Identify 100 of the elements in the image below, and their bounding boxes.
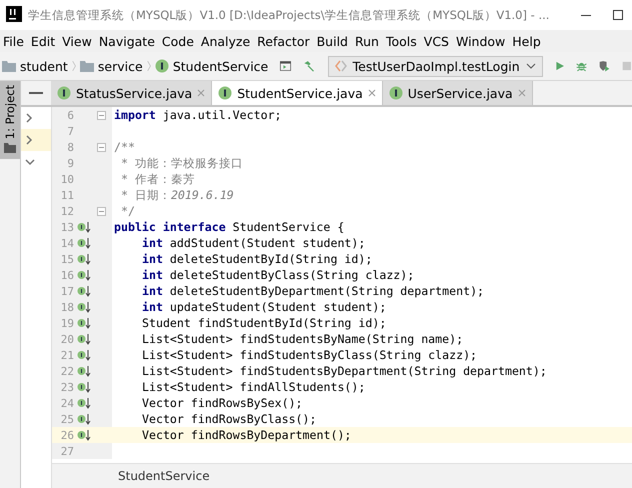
interface-icon [388, 86, 403, 100]
folder-icon [80, 60, 94, 72]
folder-icon [4, 143, 16, 154]
breadcrumb-item[interactable]: StudentService [172, 58, 268, 74]
implemented-icon[interactable] [77, 221, 91, 233]
folder-icon [2, 60, 16, 72]
code-line: * 日期：2019.6.19 [120, 187, 234, 203]
project-tool-window-button[interactable]: 1: Project [0, 81, 20, 160]
code-line: List<Student> findStudentsByDepartment(String department); [141, 363, 547, 379]
line-number: 6 [66, 108, 74, 122]
menu-item[interactable]: Help [512, 34, 541, 48]
menu-item[interactable]: Refactor [257, 34, 310, 48]
implemented-icon[interactable] [77, 237, 91, 249]
run-config-icon [334, 60, 347, 72]
code-line: */ [120, 203, 135, 219]
menu-item[interactable]: VCS [424, 34, 449, 48]
code-line: List<Student> findAllStudents(); [141, 379, 366, 395]
implemented-icon[interactable] [77, 317, 91, 329]
implemented-icon[interactable] [77, 413, 91, 425]
line-number: 23 [60, 380, 74, 394]
interface-icon [57, 86, 71, 100]
implemented-icon[interactable] [77, 349, 91, 361]
chevron-icon [146, 58, 151, 74]
terminal-icon[interactable] [280, 59, 292, 73]
line-number: 19 [60, 316, 74, 330]
implemented-icon[interactable] [77, 301, 91, 313]
line-number: 10 [60, 172, 74, 186]
maximize-icon[interactable] [612, 9, 624, 21]
app-logo-icon [6, 6, 22, 24]
line-number: 9 [66, 156, 74, 170]
implemented-icon[interactable] [77, 253, 91, 265]
implemented-icon[interactable] [77, 381, 91, 393]
line-number: 22 [60, 364, 74, 378]
menu-item[interactable]: Analyze [200, 34, 250, 48]
line-number: 20 [60, 332, 74, 346]
menu-item[interactable]: Edit [30, 34, 56, 48]
editor-tab[interactable]: UserService.java [382, 81, 533, 105]
menu-item[interactable]: Run [355, 34, 379, 48]
menu-item[interactable]: View [62, 34, 92, 48]
breadcrumb-item[interactable]: student [20, 58, 68, 74]
implemented-icon[interactable] [77, 397, 91, 409]
run-configuration-dropdown[interactable]: TestUserDaoImpl.testLogin [328, 56, 543, 76]
line-number: 12 [60, 204, 74, 218]
close-icon[interactable] [368, 89, 376, 97]
code-line: /** [113, 139, 135, 155]
menu-item[interactable]: Tools [386, 34, 417, 48]
code-line: int deleteStudentByClass(String clazz); [141, 267, 414, 283]
fold-marker-icon[interactable] [96, 110, 106, 120]
caret-icon [526, 63, 536, 69]
coverage-icon[interactable] [599, 58, 610, 74]
interface-icon [154, 59, 169, 73]
code-line: List<Student> findStudentsByClass(String clazz); [141, 347, 478, 363]
fold-marker-icon[interactable] [96, 206, 106, 216]
code-line: * 作者：秦芳 [120, 171, 195, 187]
line-number: 17 [60, 284, 74, 298]
editor-tab[interactable]: StudentService.java [212, 81, 383, 105]
implemented-icon[interactable] [77, 333, 91, 345]
code-line: int deleteStudentById(String id); [141, 251, 372, 267]
line-number: 24 [60, 396, 74, 410]
fold-marker-icon[interactable] [96, 142, 106, 152]
line-number: 18 [60, 300, 74, 314]
menu-item[interactable]: Navigate [98, 34, 155, 48]
interface-icon [218, 86, 232, 100]
line-number: 16 [60, 268, 74, 282]
line-number: 26 [60, 428, 74, 442]
menu-item[interactable]: Build [316, 34, 348, 48]
collapse-icon[interactable] [29, 91, 43, 95]
menu-item[interactable]: Code [162, 34, 194, 48]
menu-item[interactable]: Window [456, 34, 506, 48]
line-number: 8 [66, 140, 74, 154]
line-number: 11 [60, 188, 74, 202]
hammer-icon[interactable] [303, 58, 316, 74]
code-line: int deleteStudentByDepartment(String department); [141, 283, 484, 299]
code-line: Vector findRowsByClass(); [141, 411, 317, 427]
line-number: 27 [60, 444, 74, 458]
code-line: int addStudent(Student student); [141, 235, 366, 251]
code-line: public interface StudentService { [113, 219, 344, 235]
code-line: * 功能：学校服务接口 [120, 155, 243, 171]
line-number: 14 [60, 236, 74, 250]
editor-tab[interactable]: StatusService.java [51, 81, 212, 105]
implemented-icon[interactable] [77, 365, 91, 377]
line-number: 25 [60, 412, 74, 426]
code-line: List<Student> findStudentsByName(String name); [141, 331, 464, 347]
line-number: 7 [66, 124, 74, 138]
editor-breadcrumb[interactable]: StudentService [118, 469, 210, 483]
line-number: 13 [60, 220, 74, 234]
implemented-icon[interactable] [77, 429, 91, 441]
code-line: import java.util.Vector; [113, 107, 282, 123]
code-line: int updateStudent(Student student); [141, 299, 386, 315]
chevron-icon [72, 58, 76, 74]
implemented-icon[interactable] [77, 269, 91, 281]
menu-item[interactable]: File [3, 34, 24, 48]
code-line: Student findStudentById(String id); [141, 315, 386, 331]
implemented-icon[interactable] [77, 285, 91, 297]
breadcrumb-item[interactable]: service [98, 58, 143, 74]
code-line: Vector findRowsByDepartment(); [141, 427, 352, 443]
code-line: Vector findRowsBySex(); [141, 395, 303, 411]
window-title: 学生信息管理系统（MYSQL版）V1.0 [D:\IdeaProjects\学生信息管理系统（MYSQL版）V1.0] - ... [28, 8, 550, 22]
run-icon[interactable] [554, 59, 564, 73]
line-number: 21 [60, 348, 74, 362]
